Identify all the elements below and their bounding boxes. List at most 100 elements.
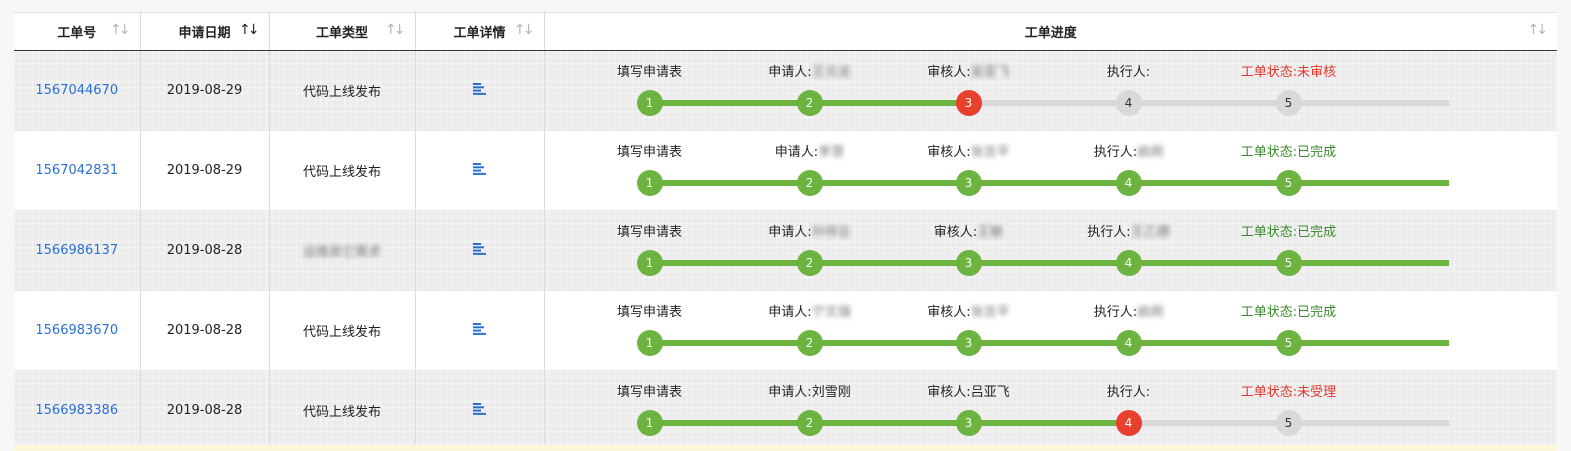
step-person-name: 宁文瑞 xyxy=(811,305,851,320)
step-number-circle: 5 xyxy=(1275,330,1302,356)
step-person-name: 孙祥云 xyxy=(811,225,851,240)
order-id-link[interactable]: 1566983670 xyxy=(35,323,118,338)
header-apply-date[interactable]: 申请日期 ↑↓ xyxy=(140,12,270,51)
order-id-link[interactable]: 1566986137 xyxy=(35,243,118,258)
order-progress-cell: 填写申请表 1 申请人:王元龙 2 审核人:吴亚飞 3 执行人: 4 工单状态:未审核 5 xyxy=(544,51,1557,131)
step-person-name: 吴亚飞 xyxy=(970,65,1010,80)
step-number-circle: 1 xyxy=(636,170,663,196)
table-row[interactable]: 1567042831 2019-08-29 代码上线发布 填写申请表 1 申请人:李慧 2 审… xyxy=(14,130,1557,211)
step-label-text: 申请人: xyxy=(768,225,812,240)
order-progress-cell: 填写申请表 1 申请人:孙祥云 2 审核人:王敏 3 执行人:王乙德 4 工单状态:已完成 5 xyxy=(544,211,1557,291)
order-type-cell: 代码上线发布 xyxy=(269,290,416,371)
header-order-detail[interactable]: 工单详情 ↑↓ xyxy=(415,12,545,51)
order-type-text: 代码上线发布 xyxy=(302,165,381,180)
table-body: 1567044670 2019-08-29 代码上线发布 填写申请表 1 申请人:王元龙 2… xyxy=(14,50,1557,451)
progress-steps: 填写申请表 1 申请人:宁文瑞 2 审核人:张吉平 3 执行人:姚炯 4 工单状态:已完成 5 xyxy=(545,291,1543,370)
progress-step-label: 填写申请表 xyxy=(617,301,682,320)
step-number-circle: 4 xyxy=(1115,90,1142,116)
step-label-text: 执行人: xyxy=(1106,65,1151,80)
progress-step-label: 执行人:姚炯 xyxy=(1094,301,1163,320)
step-label-text: 工单状态:未审核 xyxy=(1240,65,1337,80)
sort-icon[interactable]: ↑↓ xyxy=(385,22,406,38)
step-number-circle: 2 xyxy=(796,170,823,196)
step-number-circle: 2 xyxy=(796,330,823,356)
step-label-text: 审核人: xyxy=(927,65,971,80)
order-detail-cell xyxy=(415,370,545,451)
step-label-text: 执行人: xyxy=(1087,225,1131,240)
step-person-name: 姚炯 xyxy=(1137,305,1164,320)
detail-list-icon[interactable] xyxy=(473,82,486,95)
order-id-cell: 1567044670 xyxy=(14,50,141,131)
progress-step-label: 申请人:李慧 xyxy=(775,141,844,160)
header-order-progress[interactable]: 工单进度 ↑↓ xyxy=(544,12,1557,51)
detail-list-icon[interactable] xyxy=(473,162,486,175)
progress-step-label: 工单状态:已完成 xyxy=(1241,141,1336,160)
order-type-cell: 代码上线发布 xyxy=(269,130,416,211)
sort-icon-active[interactable]: ↑↓ xyxy=(239,22,260,38)
step-label-text: 填写申请表 xyxy=(616,145,683,160)
table-header-row: 工单号 ↑↓ 申请日期 ↑↓ 工单类型 ↑↓ 工单详情 ↑↓ 工单进度 ↑↓ xyxy=(14,12,1557,51)
step-label-text: 工单状态:已完成 xyxy=(1240,225,1337,240)
step-label-text: 审核人: xyxy=(927,145,971,160)
progress-step-label: 填写申请表 xyxy=(617,61,682,80)
progress-step-label: 审核人:吴亚飞 xyxy=(927,61,1009,80)
step-number-circle: 3 xyxy=(955,90,982,116)
table-row[interactable]: 1567044670 2019-08-29 代码上线发布 填写申请表 1 申请人:王元龙 2… xyxy=(14,50,1557,131)
progress-step-label: 申请人:刘雪刚 xyxy=(768,381,850,400)
detail-list-icon[interactable] xyxy=(473,242,486,255)
step-label-text: 工单状态:未受理 xyxy=(1240,385,1337,400)
apply-date-cell: 2019-08-28 xyxy=(140,210,270,291)
progress-steps: 填写申请表 1 申请人:王元龙 2 审核人:吴亚飞 3 执行人: 4 工单状态:未审核 5 xyxy=(545,51,1543,130)
order-type-text: 代码上线发布 xyxy=(302,85,381,100)
step-label-text: 填写申请表 xyxy=(616,305,683,320)
progress-step-label: 执行人: xyxy=(1107,61,1150,80)
step-number-circle: 4 xyxy=(1115,330,1142,356)
step-label-text: 申请人: xyxy=(768,305,812,320)
step-person-name: 姚炯 xyxy=(1137,145,1164,160)
step-label-text: 工单状态:已完成 xyxy=(1240,145,1337,160)
progress-steps: 填写申请表 1 申请人:刘雪刚 2 审核人:吕亚飞 3 执行人: 4 工单状态:未受理 5 xyxy=(545,371,1543,450)
progress-step-label: 执行人: xyxy=(1107,381,1150,400)
next-row-strip xyxy=(14,445,1557,451)
detail-list-icon[interactable] xyxy=(473,322,486,335)
step-person-name: 张吉平 xyxy=(970,145,1010,160)
sort-icon[interactable]: ↑↓ xyxy=(514,22,535,38)
progress-step-label: 填写申请表 xyxy=(617,141,682,160)
order-detail-cell xyxy=(415,210,545,291)
sort-icon[interactable]: ↑↓ xyxy=(1528,22,1549,38)
step-number-circle: 1 xyxy=(636,90,663,116)
step-number-circle: 5 xyxy=(1275,90,1302,116)
step-label-text: 填写申请表 xyxy=(616,385,683,400)
step-number-circle: 1 xyxy=(636,250,663,276)
step-person-name: 李慧 xyxy=(818,145,845,160)
header-order-id[interactable]: 工单号 ↑↓ xyxy=(14,12,141,51)
progress-steps: 填写申请表 1 申请人:孙祥云 2 审核人:王敏 3 执行人:王乙德 4 工单状态:已完成 5 xyxy=(545,211,1543,290)
apply-date-cell: 2019-08-29 xyxy=(140,50,270,131)
progress-step-label: 审核人:王敏 xyxy=(934,221,1003,240)
progress-track-fill xyxy=(649,180,1449,186)
progress-step-label: 执行人:王乙德 xyxy=(1087,221,1169,240)
order-id-link[interactable]: 1566983386 xyxy=(35,403,118,418)
step-person-name: 王元龙 xyxy=(811,65,851,80)
order-id-link[interactable]: 1567044670 xyxy=(35,83,118,98)
step-label-text: 执行人: xyxy=(1093,145,1138,160)
order-type-cell: 代码上线发布 xyxy=(269,50,416,131)
detail-list-icon[interactable] xyxy=(473,402,486,415)
header-order-type[interactable]: 工单类型 ↑↓ xyxy=(269,12,416,51)
step-number-circle: 2 xyxy=(796,250,823,276)
progress-step-label: 填写申请表 xyxy=(617,381,682,400)
sort-icon[interactable]: ↑↓ xyxy=(110,22,131,38)
table-row[interactable]: 1566983386 2019-08-28 代码上线发布 填写申请表 1 申请人:刘雪刚 2… xyxy=(14,370,1557,451)
step-label-text: 审核人: xyxy=(927,305,971,320)
table-row[interactable]: 1566986137 2019-08-28 运维其它需求 填写申请表 1 申请人:孙祥云 2… xyxy=(14,210,1557,291)
step-person-name: 王乙德 xyxy=(1130,225,1170,240)
step-label-text: 审核人: xyxy=(933,225,978,240)
step-label-text: 审核人: xyxy=(927,385,971,400)
order-detail-cell xyxy=(415,50,545,131)
step-label-text: 执行人: xyxy=(1093,305,1138,320)
table-row[interactable]: 1566983670 2019-08-28 代码上线发布 填写申请表 1 申请人:宁文瑞 2… xyxy=(14,290,1557,371)
order-id-link[interactable]: 1567042831 xyxy=(35,163,118,178)
step-number-circle: 2 xyxy=(796,410,823,436)
order-progress-cell: 填写申请表 1 申请人:宁文瑞 2 审核人:张吉平 3 执行人:姚炯 4 工单状态:已完成 5 xyxy=(544,291,1557,371)
progress-step-label: 执行人:姚炯 xyxy=(1094,141,1163,160)
